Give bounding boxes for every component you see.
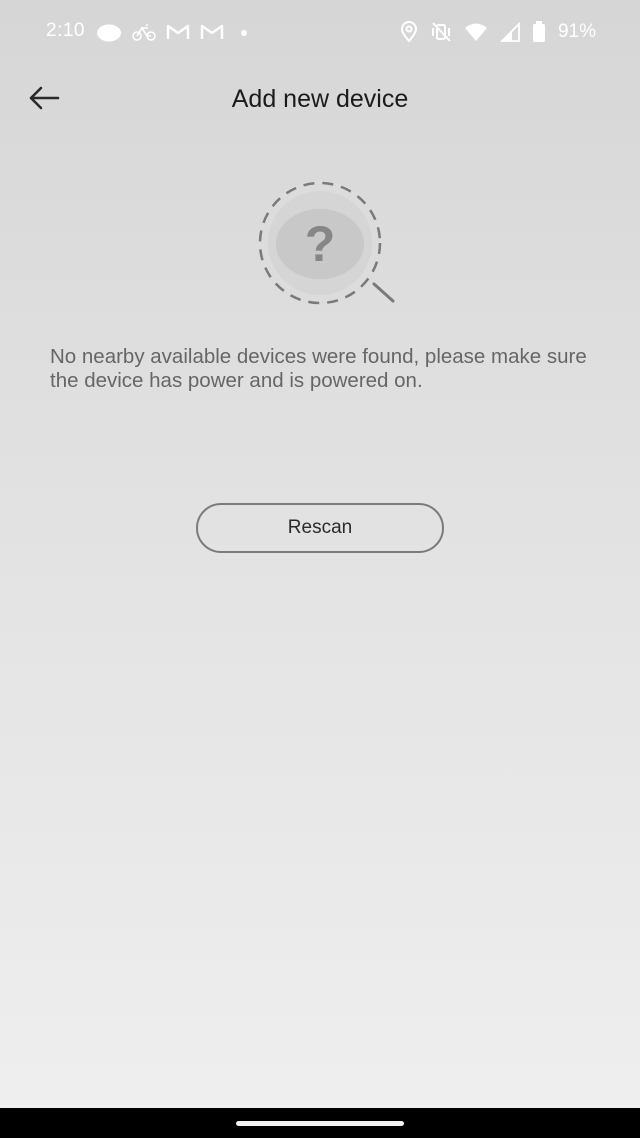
question-mark-glyph: ? — [305, 216, 336, 272]
system-status-icons: 91% — [400, 20, 596, 44]
no-device-illustration: ? — [240, 180, 400, 310]
gmail-icon — [200, 23, 224, 41]
wifi-icon — [464, 22, 488, 42]
rescan-button[interactable]: Rescan — [196, 503, 444, 553]
navigation-bar — [0, 1108, 640, 1138]
no-devices-message: No nearby available devices were found, … — [50, 345, 587, 392]
bike-icon — [132, 22, 156, 42]
status-bar: 2:10 91% — [0, 0, 640, 64]
location-icon — [400, 21, 418, 43]
header: Add new device — [0, 64, 640, 136]
cloud-icon — [96, 22, 122, 42]
search-question-icon: ? — [240, 181, 400, 314]
dot-icon — [234, 22, 254, 42]
status-time: 2:10 — [46, 20, 85, 41]
vibrate-off-icon — [430, 21, 452, 43]
notification-icons — [96, 20, 254, 44]
gmail-icon — [166, 23, 190, 41]
battery-icon — [532, 21, 546, 43]
signal-icon — [499, 22, 520, 42]
home-indicator[interactable] — [236, 1121, 404, 1126]
battery-percent: 91% — [557, 21, 596, 42]
page-title: Add new device — [231, 85, 409, 113]
